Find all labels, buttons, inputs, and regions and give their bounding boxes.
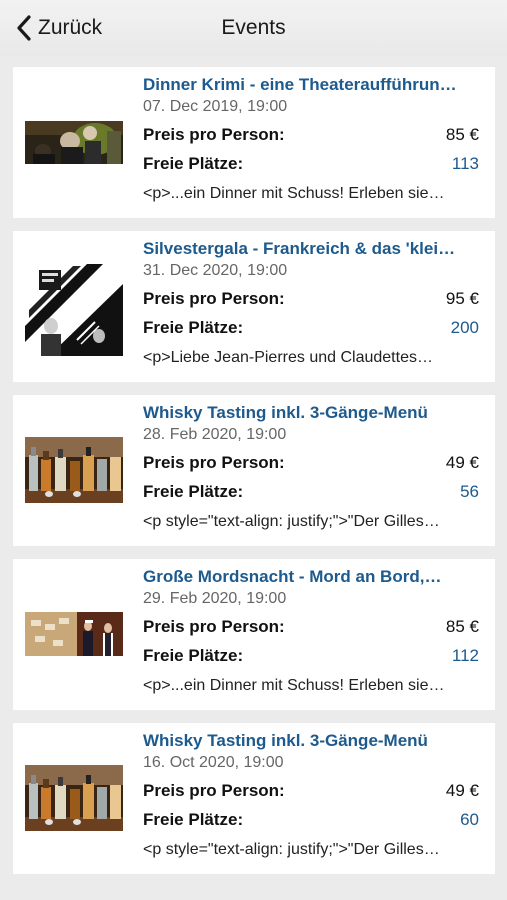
- event-date: 16. Oct 2020, 19:00: [143, 754, 284, 771]
- event-title: Große Mordsnacht - Mord an Bord,…: [143, 567, 442, 586]
- event-list: Dinner Krimi - eine Theateraufführun… 07…: [13, 67, 495, 887]
- price-value: 49 €: [445, 453, 479, 472]
- seats-label: Freie Plätze:: [143, 482, 244, 501]
- event-date: 29. Feb 2020, 19:00: [143, 590, 287, 607]
- event-thumbnail-whisky: [25, 765, 123, 831]
- event-title: Whisky Tasting inkl. 3-Gänge-Menü: [143, 403, 428, 422]
- event-title: Whisky Tasting inkl. 3-Gänge-Menü: [143, 731, 428, 750]
- price-label: Preis pro Person:: [143, 125, 285, 144]
- price-label: Preis pro Person:: [143, 617, 285, 636]
- seats-value: 113: [451, 154, 479, 173]
- event-thumbnail-silvester-poster: [25, 256, 123, 356]
- event-date: 07. Dec 2019, 19:00: [143, 98, 288, 115]
- price-value: 95 €: [445, 289, 479, 308]
- seats-value: 112: [451, 646, 479, 665]
- navigation-bar: Zurück Events: [0, 0, 507, 56]
- price-label: Preis pro Person:: [143, 453, 285, 472]
- event-description: <p>...ein Dinner mit Schuss! Erleben sie…: [143, 677, 445, 694]
- event-card[interactable]: Whisky Tasting inkl. 3-Gänge-Menü 16. Oc…: [13, 723, 495, 874]
- price-value: 85 €: [445, 125, 479, 144]
- price-value: 49 €: [445, 781, 479, 800]
- event-date: 28. Feb 2020, 19:00: [143, 426, 287, 443]
- seats-value: 56: [460, 482, 479, 501]
- seats-value: 60: [460, 810, 479, 829]
- seats-label: Freie Plätze:: [143, 318, 244, 337]
- event-card[interactable]: Silvestergala - Frankreich & das 'klei… …: [13, 231, 495, 382]
- event-thumbnail-dinner-theater: [25, 121, 123, 164]
- event-card[interactable]: Große Mordsnacht - Mord an Bord,… 29. Fe…: [13, 559, 495, 710]
- seats-label: Freie Plätze:: [143, 810, 244, 829]
- event-thumbnail-mordsnacht: [25, 612, 123, 656]
- price-value: 85 €: [445, 617, 479, 636]
- event-description: <p style="text-align: justify;">"Der Gil…: [143, 513, 440, 530]
- price-label: Preis pro Person:: [143, 289, 285, 308]
- event-description: <p>Liebe Jean-Pierres und Claudettes…: [143, 349, 433, 366]
- event-card[interactable]: Whisky Tasting inkl. 3-Gänge-Menü 28. Fe…: [13, 395, 495, 546]
- seats-label: Freie Plätze:: [143, 646, 244, 665]
- event-title: Silvestergala - Frankreich & das 'klei…: [143, 239, 456, 258]
- event-description: <p>...ein Dinner mit Schuss! Erleben sie…: [143, 185, 445, 202]
- event-date: 31. Dec 2020, 19:00: [143, 262, 288, 279]
- event-thumbnail-whisky: [25, 437, 123, 503]
- event-description: <p style="text-align: justify;">"Der Gil…: [143, 841, 440, 858]
- seats-value: 200: [450, 318, 479, 337]
- event-card[interactable]: Dinner Krimi - eine Theateraufführun… 07…: [13, 67, 495, 218]
- event-title: Dinner Krimi - eine Theateraufführun…: [143, 75, 457, 94]
- page-title: Events: [221, 16, 286, 39]
- seats-label: Freie Plätze:: [143, 154, 244, 173]
- price-label: Preis pro Person:: [143, 781, 285, 800]
